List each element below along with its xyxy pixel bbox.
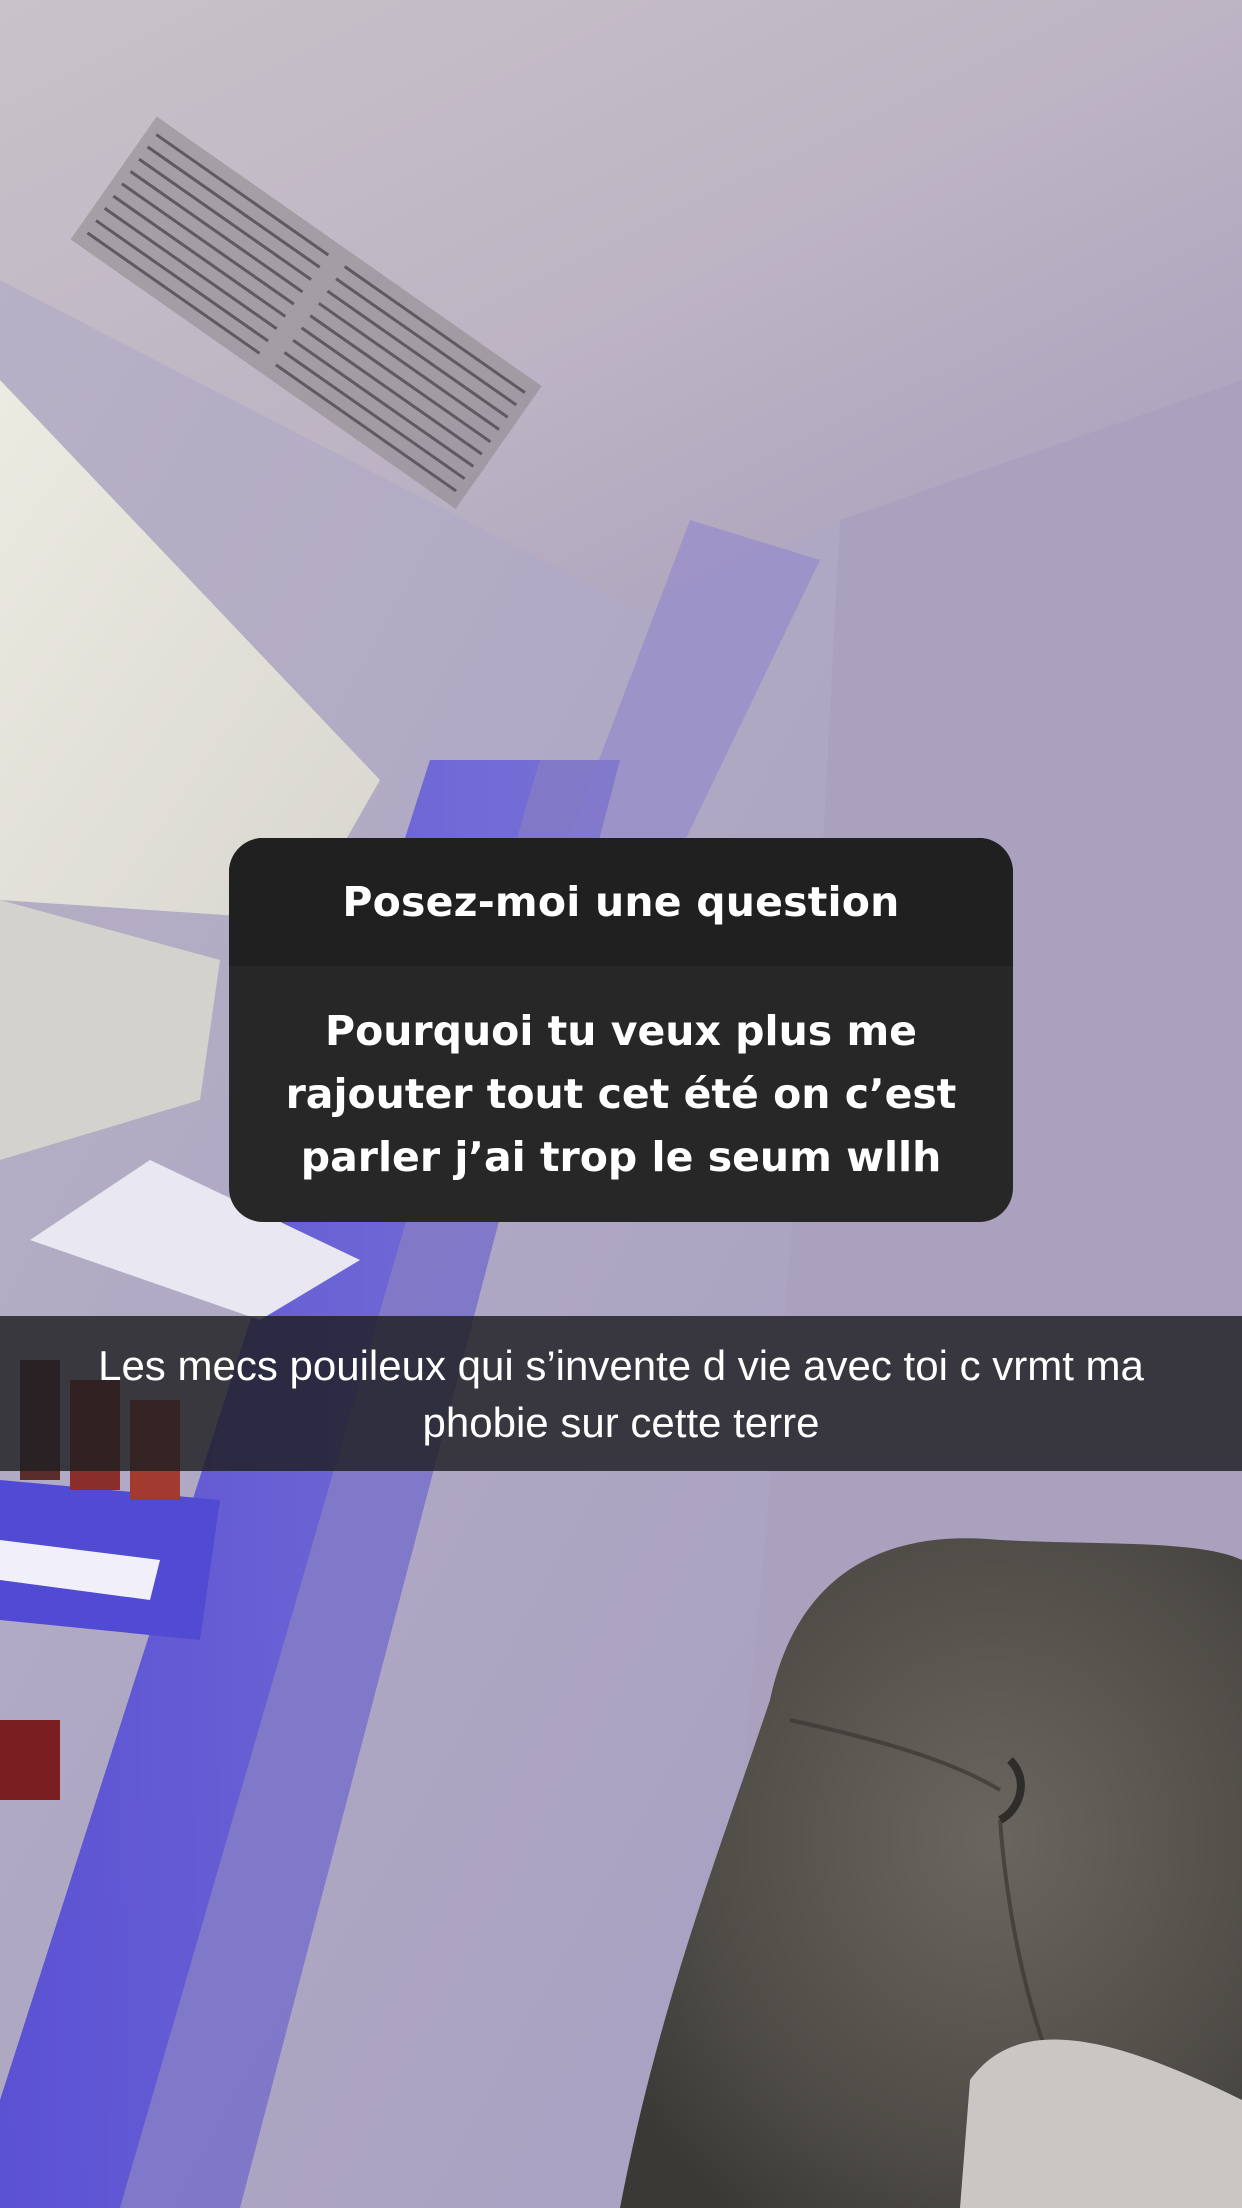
caption-text: Les mecs pouileux qui s’invente d vie av…: [98, 1341, 1144, 1446]
question-sticker-header: Posez-moi une question: [229, 838, 1013, 966]
question-sticker[interactable]: Posez-moi une question Pourquoi tu veux …: [229, 838, 1013, 1222]
caption-bar: Les mecs pouileux qui s’invente d vie av…: [0, 1316, 1242, 1471]
question-sticker-question: Pourquoi tu veux plus me rajouter tout c…: [285, 1006, 957, 1181]
